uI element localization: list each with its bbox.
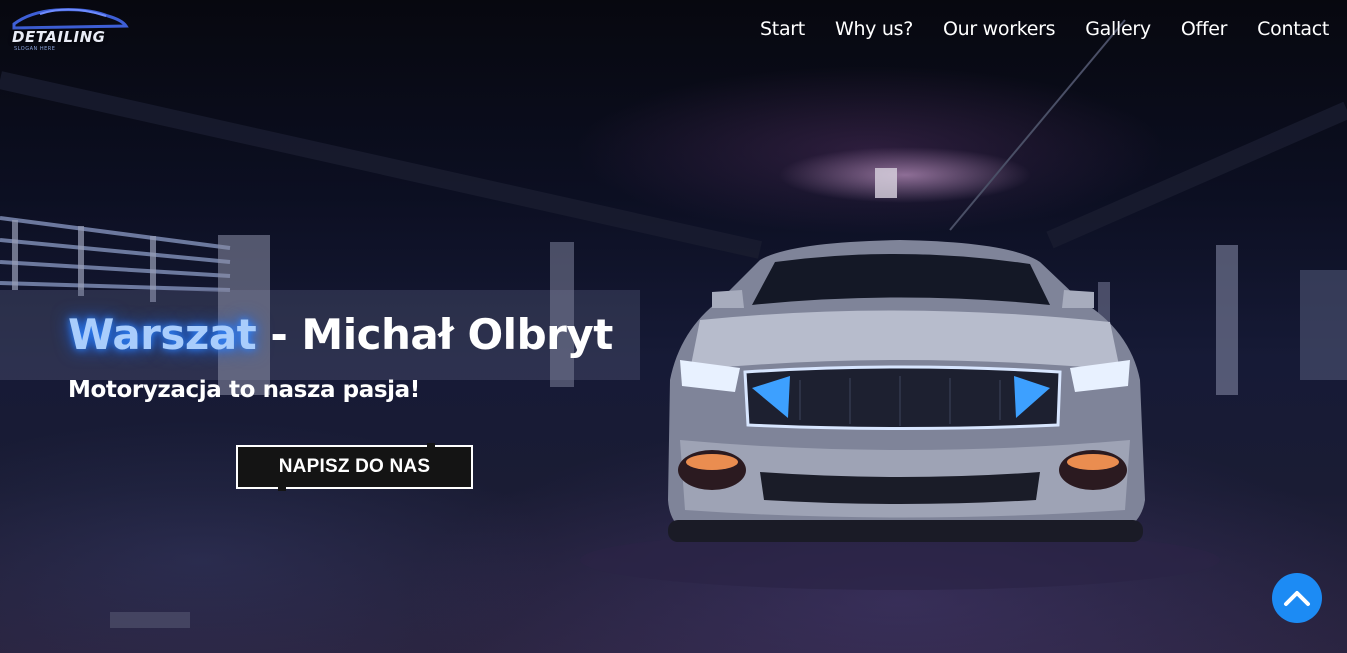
cta-notch-bottom <box>278 486 286 491</box>
nav-item-contact[interactable]: Contact <box>1257 16 1329 42</box>
scroll-to-top-button[interactable] <box>1272 573 1322 623</box>
cta-notch-top <box>427 443 435 448</box>
cta-label: NAPISZ DO NAS <box>278 456 431 477</box>
main-nav: Start Why us? Our workers Gallery Offer … <box>760 16 1329 42</box>
hero-title-accent: Warszat <box>68 310 257 359</box>
contact-cta-button[interactable]: NAPISZ DO NAS <box>236 443 473 491</box>
hero-title-rest: - Michał Olbryt <box>256 310 613 359</box>
nav-item-offer[interactable]: Offer <box>1181 16 1228 42</box>
nav-item-gallery[interactable]: Gallery <box>1085 16 1151 42</box>
logo-slogan: SLOGAN HERE <box>14 46 56 52</box>
nav-item-our-workers[interactable]: Our workers <box>943 16 1056 42</box>
logo-text: DETAILING <box>12 28 106 46</box>
hero-section: DETAILING SLOGAN HERE Start Why us? Our … <box>0 0 1347 653</box>
site-logo[interactable]: DETAILING SLOGAN HERE <box>10 6 130 52</box>
nav-item-why-us[interactable]: Why us? <box>835 16 913 42</box>
nav-item-start[interactable]: Start <box>760 16 805 42</box>
chevron-up-icon <box>1284 591 1310 606</box>
hero-subtitle: Motoryzacja to nasza pasja! <box>68 377 420 403</box>
hero-title: Warszat - Michał Olbryt <box>68 307 613 363</box>
